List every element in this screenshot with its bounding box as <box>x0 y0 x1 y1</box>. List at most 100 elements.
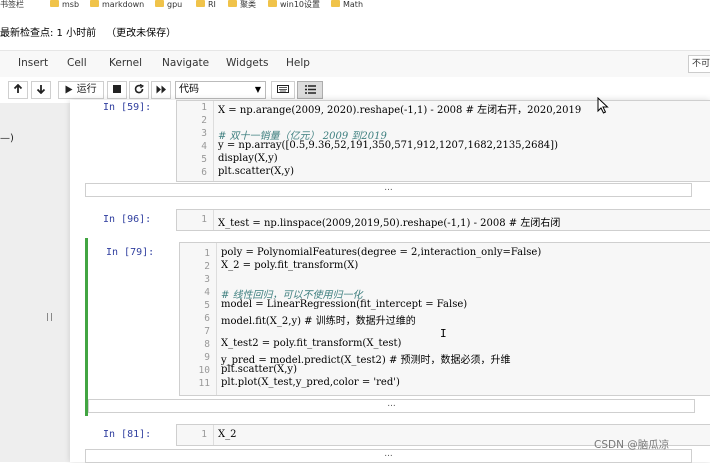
output-collapsed-indicator[interactable]: ... <box>88 399 695 413</box>
line-number: 3 <box>204 274 210 285</box>
line-number: 8 <box>204 339 210 350</box>
code-line: X_2 <box>218 429 237 440</box>
code-editor[interactable]: 1 X_test = np.linspace(2009,2019,50).res… <box>176 209 710 231</box>
watermark: CSDN @脑瓜凉 <box>594 439 670 451</box>
bookmark-label: gpu <box>167 0 183 9</box>
bookmark-item[interactable]: msb <box>50 0 79 12</box>
line-number: 1 <box>201 214 207 225</box>
bookmark-label: 聚类 <box>240 0 256 9</box>
menu-insert[interactable]: Insert <box>18 57 48 69</box>
code-line: plt.scatter(X,y) <box>218 166 294 177</box>
bookmark-label: Math <box>343 0 364 9</box>
trusted-indicator[interactable]: 不可信 <box>688 55 710 73</box>
menu-kernel[interactable]: Kernel <box>109 57 142 69</box>
code-cell-selected[interactable]: In [79]: 1 2 3 4 5 6 7 8 9 10 11 poly = … <box>85 238 710 416</box>
restart-button[interactable] <box>129 81 149 99</box>
run-button[interactable]: 运行 <box>58 81 104 99</box>
folder-icon <box>268 0 277 7</box>
bookmarks-bar: 书签栏 msb markdown gpu RI 聚类 win10设置 Math <box>0 0 710 12</box>
menubar: Insert Cell Kernel Navigate Widgets Help… <box>0 50 710 78</box>
folder-icon <box>155 0 164 7</box>
interrupt-button[interactable] <box>107 81 127 99</box>
toc-panel-text: —) <box>0 133 14 144</box>
bookmark-item[interactable]: gpu <box>155 0 182 12</box>
line-number: 1 <box>201 429 207 440</box>
text-cursor-icon: I <box>440 327 447 340</box>
cell-type-value: 代码 <box>179 84 199 95</box>
code-line: X_2 = poly.fit_transform(X) <box>221 260 359 271</box>
line-number: 3 <box>201 128 207 139</box>
folder-icon <box>50 0 59 7</box>
code-line: plt.scatter(X,y) <box>221 364 297 375</box>
code-line: X_test = np.linspace(2009,2019,50).resha… <box>218 218 561 229</box>
input-prompt: In [59]: <box>103 102 152 113</box>
arrow-up-icon <box>13 83 23 93</box>
bookmark-item[interactable]: win10设置 <box>268 0 320 12</box>
code-editor[interactable]: 1 2 3 4 5 6 7 8 9 10 11 poly = Polynomia… <box>179 242 710 396</box>
code-cell[interactable]: In [96]: 1 X_test = np.linspace(2009,201… <box>85 208 710 232</box>
menu-navigate[interactable]: Navigate <box>162 57 209 69</box>
code-line: poly = PolynomialFeatures(degree = 2,int… <box>221 247 542 258</box>
fast-forward-icon <box>156 85 166 93</box>
bookmark-label: markdown <box>102 0 145 9</box>
bookmark-item[interactable]: Math <box>331 0 363 12</box>
restart-run-all-button[interactable] <box>151 81 171 99</box>
bookmark-item[interactable]: markdown <box>90 0 144 12</box>
checkpoint-text: 最新检查点: 1 小时前 <box>0 28 97 39</box>
line-number: 4 <box>204 287 210 298</box>
unsaved-indicator: （更改未保存） <box>106 28 177 39</box>
code-line: X = np.arange(2009, 2020).reshape(-1,1) … <box>218 105 582 116</box>
panel-resize-handle[interactable] <box>47 313 52 321</box>
bookmark-item[interactable]: 聚类 <box>228 0 256 12</box>
play-icon <box>65 85 73 93</box>
code-line: plt.plot(X_test,y_pred,color = 'red') <box>221 377 400 388</box>
mouse-pointer-icon <box>597 96 609 118</box>
cell-type-select[interactable]: 代码 ▼ <box>175 81 266 99</box>
menu-widgets[interactable]: Widgets <box>226 57 268 69</box>
code-line: model.fit(X_2,y) # 训练时，数据升过维的 <box>221 316 416 327</box>
run-label: 运行 <box>76 84 97 95</box>
bookmark-label: 书签栏 <box>0 0 24 9</box>
line-number-gutter: 1 2 3 4 5 6 7 8 9 10 11 <box>180 243 217 395</box>
line-number: 1 <box>204 248 210 259</box>
code-cell[interactable]: In [59]: 1 2 3 4 5 6 X = np.arange(2009,… <box>85 100 710 199</box>
code-line: display(X,y) <box>218 153 278 164</box>
line-number: 6 <box>204 313 210 324</box>
folder-icon <box>228 0 237 7</box>
list-icon <box>304 84 316 94</box>
folder-icon <box>196 0 205 7</box>
code-line: X_test2 = poly.fit_transform(X_test) <box>221 338 402 349</box>
code-editor[interactable]: 1 2 3 4 5 6 X = np.arange(2009, 2020).re… <box>176 100 710 182</box>
line-number: 10 <box>198 365 210 376</box>
output-collapsed-indicator[interactable]: ... <box>85 183 692 197</box>
move-up-button[interactable] <box>8 81 28 99</box>
line-number-gutter: 1 2 3 4 5 6 <box>177 101 214 181</box>
line-number-gutter: 1 <box>177 425 214 445</box>
restart-icon <box>134 83 145 94</box>
menu-cell[interactable]: Cell <box>67 57 87 69</box>
line-number: 1 <box>201 102 207 113</box>
code-line: y = np.array([0.5,9.36,52,191,350,571,91… <box>218 140 558 151</box>
bookmark-item[interactable]: RI <box>196 0 216 12</box>
command-palette-button[interactable] <box>271 81 295 99</box>
folder-icon <box>331 0 340 7</box>
line-number: 2 <box>201 115 207 126</box>
line-number: 11 <box>198 378 210 389</box>
menu-help[interactable]: Help <box>286 57 310 69</box>
bookmark-label: win10设置 <box>280 0 321 9</box>
line-number: 4 <box>201 141 207 152</box>
folder-icon <box>90 0 99 7</box>
bookmark-item[interactable]: 书签栏 <box>0 0 24 12</box>
line-number: 7 <box>204 326 210 337</box>
toc-toggle-button[interactable] <box>297 81 323 99</box>
line-number: 2 <box>204 261 210 272</box>
stop-icon <box>113 85 121 93</box>
notebook-container: In [59]: 1 2 3 4 5 6 X = np.arange(2009,… <box>70 100 710 463</box>
code-line: model = LinearRegression(fit_intercept =… <box>221 299 468 310</box>
line-number: 5 <box>201 154 207 165</box>
bookmark-label: msb <box>62 0 80 9</box>
keyboard-icon <box>277 85 289 93</box>
line-number: 5 <box>204 300 210 311</box>
line-number-gutter: 1 <box>177 210 214 230</box>
move-down-button[interactable] <box>31 81 51 99</box>
